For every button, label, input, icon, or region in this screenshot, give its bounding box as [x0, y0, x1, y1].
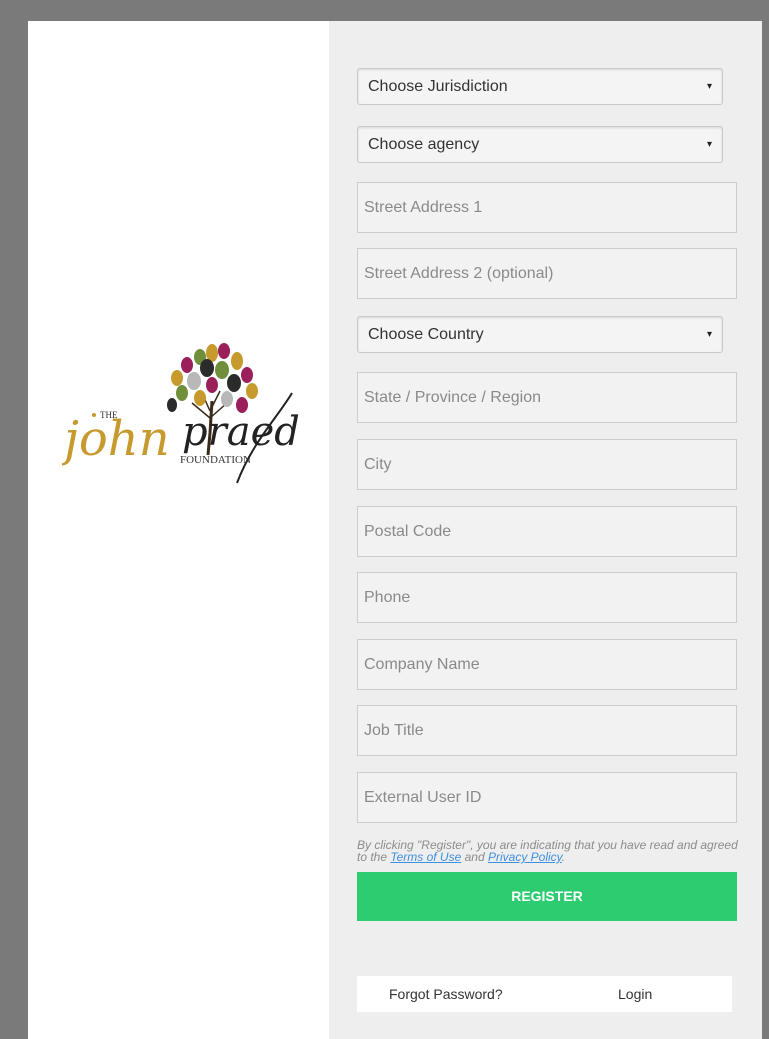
- job-title-placeholder: Job Title: [364, 722, 424, 739]
- privacy-policy-link[interactable]: Privacy Policy: [488, 850, 562, 864]
- postal-code-placeholder: Postal Code: [364, 523, 452, 540]
- jurisdiction-select[interactable]: Choose Jurisdiction ▾: [357, 68, 723, 105]
- login-link[interactable]: Login: [618, 976, 652, 1012]
- terms-notice: By clicking "Register", you are indicati…: [357, 839, 743, 863]
- agency-select[interactable]: Choose agency ▾: [357, 126, 723, 163]
- chevron-down-icon: ▾: [706, 139, 712, 150]
- foundation-logo: THE john praed FOUNDATION: [62, 343, 300, 484]
- terms-notice-period: .: [561, 850, 566, 864]
- jurisdiction-select-value: Choose Jurisdiction: [368, 78, 508, 95]
- country-select[interactable]: Choose Country ▾: [357, 316, 723, 353]
- job-title-input[interactable]: Job Title: [357, 705, 737, 756]
- country-select-value: Choose Country: [368, 326, 484, 343]
- chevron-down-icon: ▾: [706, 329, 712, 340]
- postal-code-input[interactable]: Postal Code: [357, 506, 737, 557]
- phone-placeholder: Phone: [364, 589, 411, 606]
- city-placeholder: City: [364, 456, 392, 473]
- state-input[interactable]: State / Province / Region: [357, 372, 737, 423]
- street-address-1-placeholder: Street Address 1: [364, 199, 483, 216]
- terms-notice-and: and: [461, 850, 488, 864]
- forgot-password-link[interactable]: Forgot Password?: [389, 976, 503, 1012]
- logo-john-text: john: [62, 411, 170, 467]
- external-user-id-input[interactable]: External User ID: [357, 772, 737, 823]
- state-placeholder: State / Province / Region: [364, 389, 541, 406]
- external-user-id-placeholder: External User ID: [364, 789, 482, 806]
- left-panel: THE john praed FOUNDATION: [28, 21, 329, 1039]
- logo-foundation-text: FOUNDATION: [180, 454, 251, 466]
- phone-input[interactable]: Phone: [357, 572, 737, 623]
- chevron-down-icon: ▾: [706, 81, 712, 92]
- company-name-placeholder: Company Name: [364, 656, 480, 673]
- registration-form: Choose Jurisdiction ▾ Choose agency ▾ St…: [329, 21, 762, 1039]
- terms-of-use-link[interactable]: Terms of Use: [390, 850, 461, 864]
- page-frame: THE john praed FOUNDATION Choose Jurisdi…: [28, 21, 762, 1039]
- street-address-1-input[interactable]: Street Address 1: [357, 182, 737, 233]
- city-input[interactable]: City: [357, 439, 737, 490]
- street-address-2-input[interactable]: Street Address 2 (optional): [357, 248, 737, 299]
- register-button[interactable]: REGISTER: [357, 872, 737, 921]
- logo-praed-text: praed: [182, 409, 300, 455]
- company-name-input[interactable]: Company Name: [357, 639, 737, 690]
- street-address-2-placeholder: Street Address 2 (optional): [364, 265, 554, 282]
- footer-links: Forgot Password? Login: [357, 976, 732, 1012]
- agency-select-value: Choose agency: [368, 136, 480, 153]
